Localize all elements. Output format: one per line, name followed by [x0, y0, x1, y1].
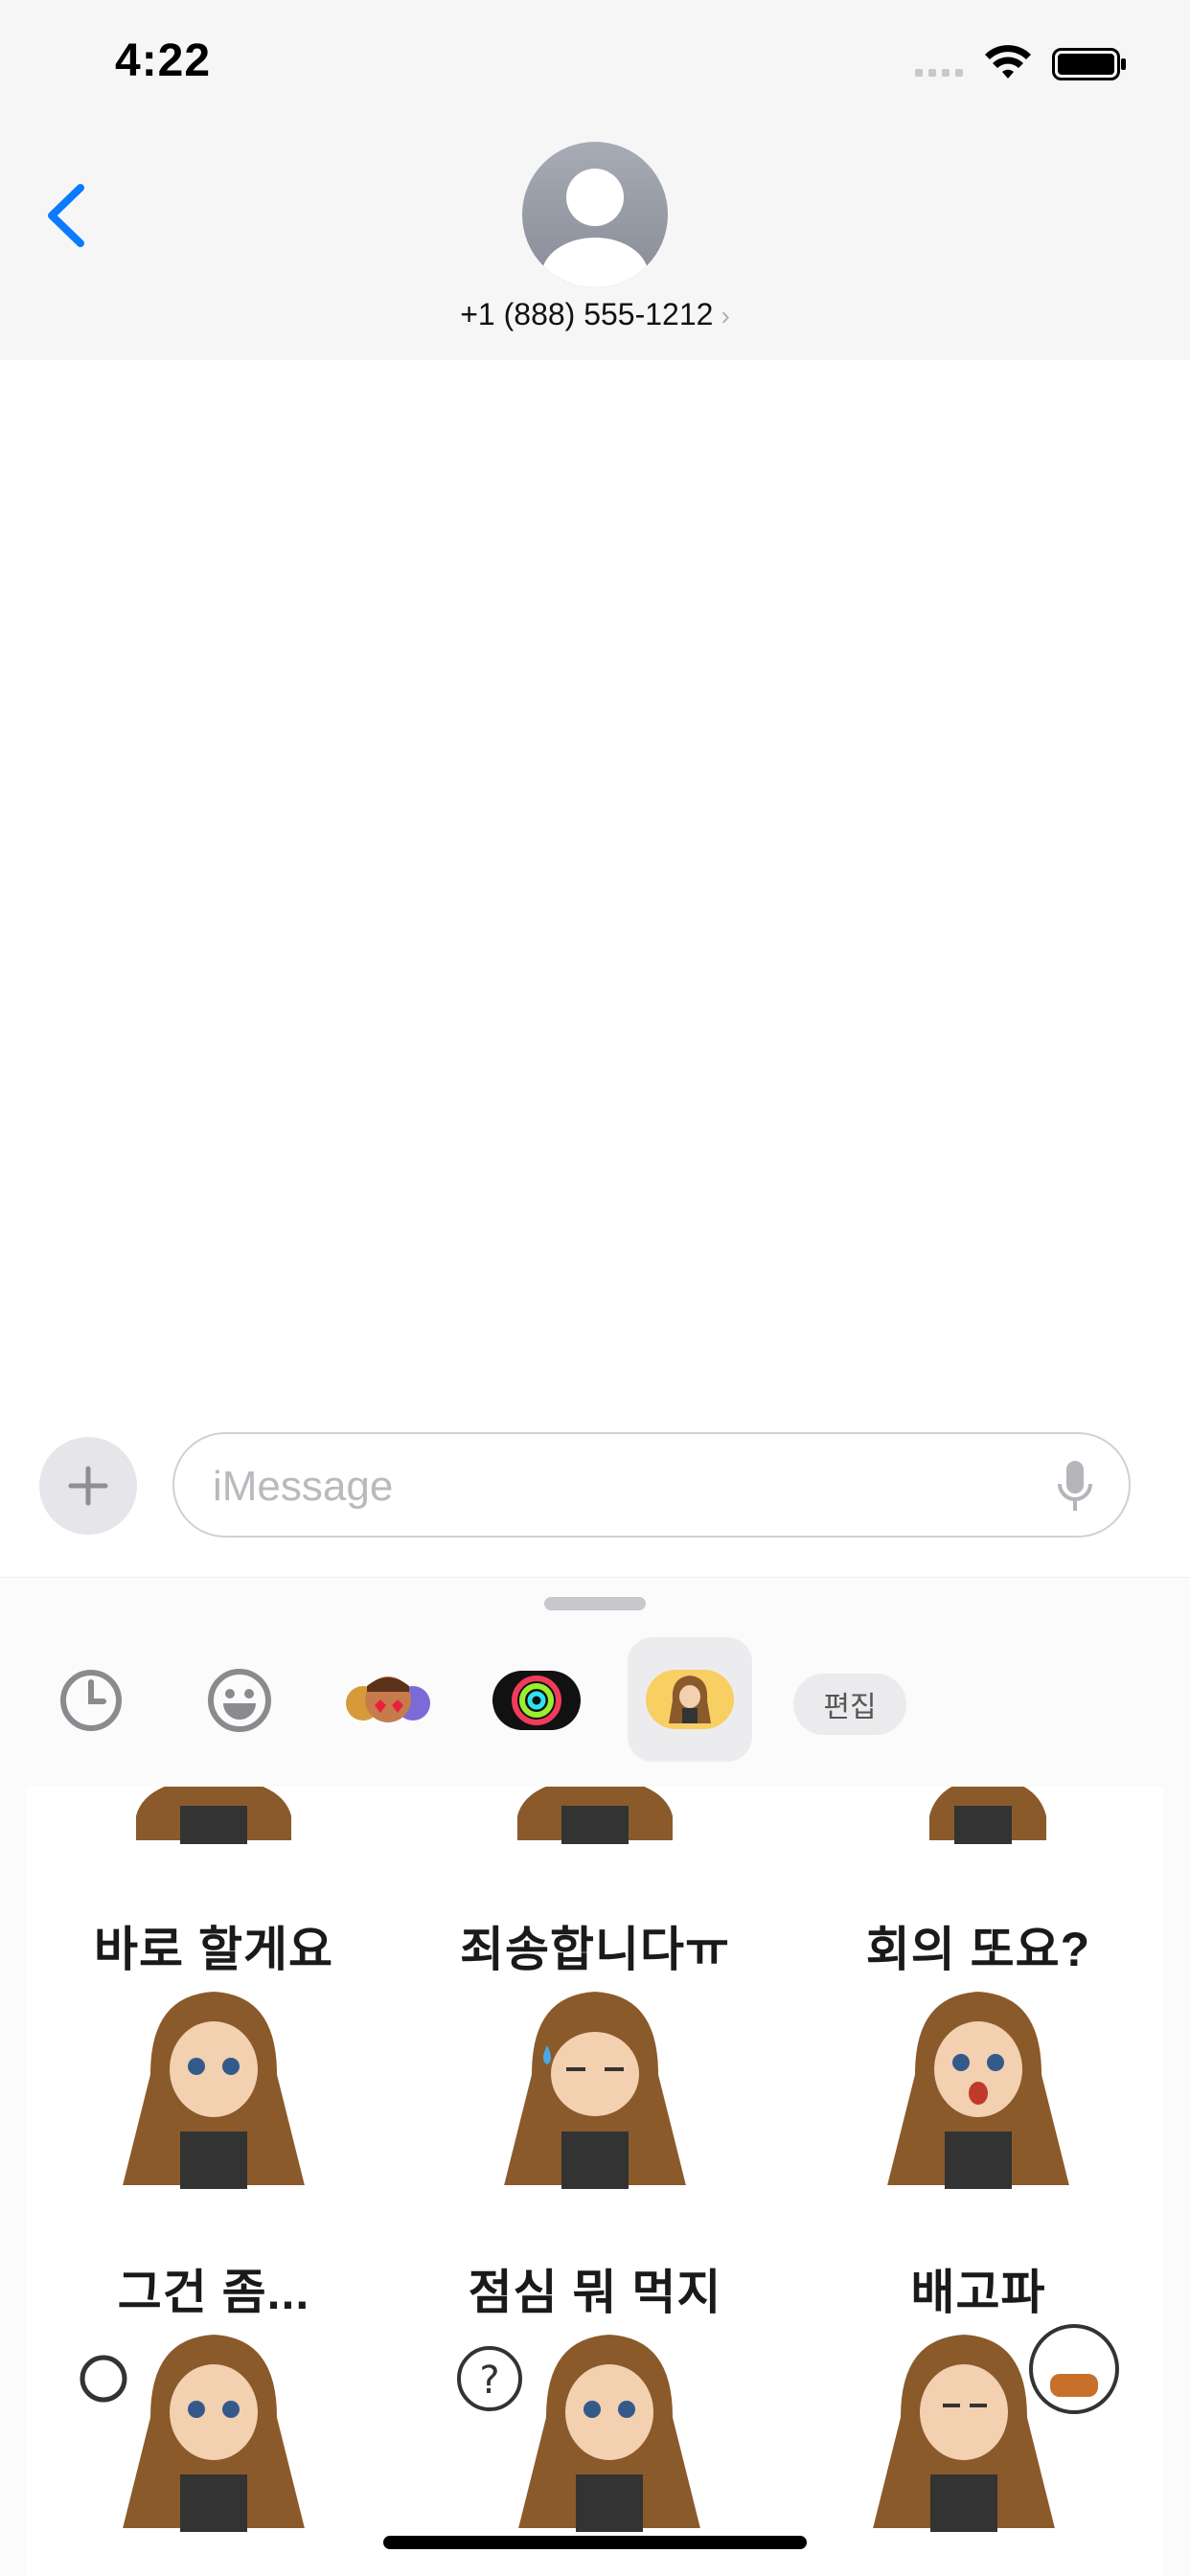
emoji-app-button[interactable]	[192, 1654, 287, 1746]
plus-icon	[68, 1466, 108, 1506]
activity-icon	[492, 1671, 581, 1730]
recents-app-button[interactable]	[43, 1654, 139, 1746]
contact-name-button[interactable]: +1 (888) 555-1212 ›	[0, 297, 1190, 332]
sticker-cell[interactable]	[437, 1787, 753, 1882]
sticker-caption: 배고파	[910, 2266, 1046, 2319]
sticker-cell[interactable]: ? 점심 뭐 먹지	[437, 2254, 753, 2570]
sticker-cell[interactable]: 그건 좀...	[56, 2254, 372, 2570]
hooded-character-sticker-icon	[922, 1787, 1054, 1848]
sticker-caption: 점심 뭐 먹지	[468, 2266, 722, 2319]
sticker-pack-app-button[interactable]	[628, 1637, 752, 1762]
microphone-icon[interactable]	[1056, 1459, 1094, 1515]
contact-number: +1 (888) 555-1212	[460, 297, 714, 331]
apps-plus-button[interactable]	[39, 1437, 137, 1535]
svg-text:?: ?	[479, 2359, 499, 2403]
activity-app-button[interactable]	[489, 1654, 584, 1746]
sticker-pack-icon	[646, 1670, 734, 1729]
status-bar: 4:22	[0, 0, 1190, 125]
person-silhouette-icon	[541, 169, 649, 287]
memoji-app-button[interactable]	[340, 1654, 436, 1746]
emoji-icon	[208, 1669, 271, 1732]
wifi-icon	[985, 45, 1031, 79]
sticker-grid[interactable]: 바로 할게요 죄송합니다ㅠ 회의 또요? 그건 좀... ? 점심 뭐 먹지 배…	[27, 1787, 1163, 2576]
sticker-cell[interactable]: 바로 할게요	[56, 1911, 372, 2227]
app-strip: 편집	[0, 1637, 1190, 1762]
sticker-caption: 그건 좀...	[117, 2266, 310, 2319]
sticker-cell[interactable]: 회의 또요?	[820, 1911, 1136, 2227]
message-list[interactable]	[0, 360, 1190, 1424]
chevron-right-icon: ›	[721, 301, 730, 331]
status-time: 4:22	[115, 35, 212, 86]
sticker-cell[interactable]: 죄송합니다ㅠ	[437, 1911, 753, 2227]
sticker-caption: 죄송합니다ㅠ	[460, 1923, 730, 1976]
home-indicator[interactable]	[383, 2536, 807, 2549]
back-chevron-icon[interactable]	[38, 172, 96, 259]
cellular-signal-icon	[915, 69, 963, 77]
memoji-icon	[346, 1676, 430, 1722]
sticker-caption: 회의 또요?	[865, 1923, 1091, 1976]
imessage-app-drawer: 편집 바로 할게요 죄송합니다ㅠ 회의 또요? 그건 좀... ? 점심 뭐 먹…	[0, 1577, 1190, 2576]
edit-apps-button[interactable]: 편집	[793, 1674, 906, 1735]
contact-avatar[interactable]	[522, 142, 668, 287]
hooded-character-sticker-icon	[510, 1787, 680, 1848]
sticker-caption: 바로 할게요	[94, 1923, 333, 1976]
conversation-header: +1 (888) 555-1212 ›	[0, 125, 1190, 362]
sticker-cell[interactable]	[56, 1787, 372, 1882]
recents-icon	[60, 1670, 122, 1731]
battery-icon	[1052, 48, 1126, 80]
sticker-cell[interactable]	[820, 1787, 1136, 1882]
message-input[interactable]: iMessage	[172, 1432, 1131, 1538]
sticker-cell[interactable]: 배고파	[820, 2254, 1136, 2570]
hooded-character-sticker-icon	[128, 1787, 299, 1848]
message-input-placeholder: iMessage	[213, 1463, 394, 1510]
drawer-grabber[interactable]	[544, 1597, 646, 1610]
